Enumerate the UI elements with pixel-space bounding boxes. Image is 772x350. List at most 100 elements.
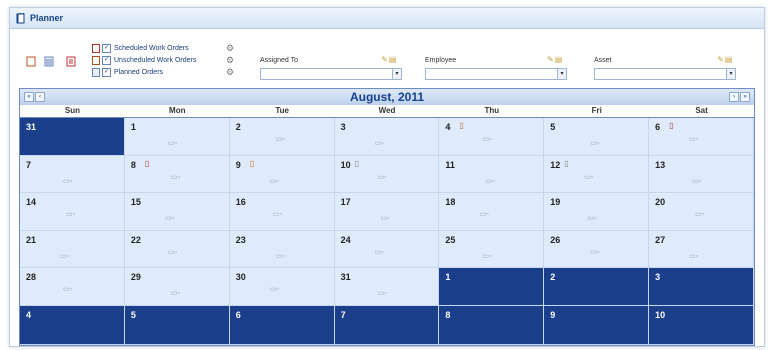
day-cell[interactable]: 10 ▭▫ ▯ (334, 155, 440, 193)
day-cell[interactable]: 12 ▭▫ ▯ (544, 155, 650, 193)
work-order-icon[interactable]: ▭▫ (63, 177, 72, 185)
day-cell[interactable]: 21 ▭▫ (20, 230, 125, 268)
asset-select[interactable]: ▾ (594, 68, 736, 80)
gear-icon[interactable]: ⚙ (226, 55, 234, 66)
order-status-icon[interactable]: ▯ (250, 159, 254, 168)
work-order-icon[interactable]: ▭▫ (590, 139, 599, 147)
chevron-down-icon[interactable]: ▾ (392, 69, 401, 79)
work-order-icon[interactable]: ▭▫ (689, 252, 698, 260)
day-cell[interactable]: 20 ▭▫ (649, 193, 754, 231)
day-cell[interactable]: 2 ▭▫ (229, 118, 335, 156)
work-order-icon[interactable]: ▭▫ (692, 177, 701, 185)
day-cell[interactable]: 19 ▭▫ (544, 193, 650, 231)
gear-icon[interactable]: ⚙ (226, 67, 234, 78)
order-status-icon[interactable]: ▯ (564, 159, 568, 168)
work-order-icon[interactable]: ▭▫ (270, 177, 279, 185)
day-cell[interactable]: 30 ▭▫ (229, 268, 335, 306)
delete-icon[interactable] (66, 56, 76, 67)
work-order-icon[interactable]: ▭▫ (375, 139, 384, 147)
gear-icon[interactable]: ⚙ (226, 43, 234, 54)
work-order-icon[interactable]: ▭▫ (63, 285, 72, 293)
work-order-icon[interactable]: ▭▫ (689, 135, 698, 143)
day-cell[interactable]: 8 ▭▫ ▯ (124, 155, 230, 193)
work-order-icon[interactable]: ▭▫ (584, 173, 593, 181)
day-cell[interactable]: 31 ▭▫ (334, 268, 440, 306)
next-month-button[interactable]: › (729, 92, 739, 102)
day-cell[interactable]: 6 ▭▫ ▯ (649, 118, 754, 156)
work-order-icon[interactable]: ▭▫ (381, 214, 390, 222)
day-cell[interactable]: 22 ▭▫ (124, 230, 230, 268)
work-order-icon[interactable]: ▭▫ (171, 289, 180, 297)
day-cell[interactable]: 7 (334, 305, 440, 345)
work-order-icon[interactable]: ▭▫ (590, 248, 599, 256)
work-order-icon[interactable]: ▭▫ (587, 214, 596, 222)
work-order-icon[interactable]: ▭▫ (378, 289, 387, 297)
day-cell[interactable]: 1 (439, 268, 545, 306)
work-order-icon[interactable]: ▭▫ (482, 252, 491, 260)
day-cell[interactable]: 8 (439, 305, 545, 345)
day-cell[interactable]: 7 ▭▫ (20, 155, 125, 193)
day-cell[interactable]: 5 (124, 305, 230, 345)
day-cell[interactable]: 10 (649, 305, 754, 345)
day-cell[interactable]: 27 ▭▫ (649, 230, 754, 268)
day-cell[interactable]: 16 ▭▫ (229, 193, 335, 231)
work-order-icon[interactable]: ▭▫ (485, 177, 494, 185)
employee-select[interactable]: ▾ (425, 68, 567, 80)
day-cell[interactable]: 4 ▭▫ ▯ (439, 118, 545, 156)
day-cell[interactable]: 24 ▭▫ (334, 230, 440, 268)
day-cell[interactable]: 14 ▭▫ (20, 193, 125, 231)
next-year-button[interactable]: » (740, 92, 750, 102)
order-status-icon[interactable]: ▯ (669, 121, 673, 130)
work-order-icon[interactable]: ▭▫ (375, 248, 384, 256)
day-cell[interactable]: 4 (20, 305, 125, 345)
lookup-icon[interactable]: ✎▤ (381, 55, 397, 64)
day-cell[interactable]: 3 (649, 268, 754, 306)
work-order-icon[interactable]: ▭▫ (165, 214, 174, 222)
planned-checkbox[interactable]: ✓ (102, 68, 111, 77)
work-order-icon[interactable]: ▭▫ (168, 139, 177, 147)
scheduled-checkbox[interactable]: ✓ (102, 44, 111, 53)
chevron-down-icon[interactable]: ▾ (726, 69, 735, 79)
day-cell[interactable]: 3 ▭▫ (334, 118, 440, 156)
order-status-icon[interactable]: ▯ (145, 159, 149, 168)
day-cell[interactable]: 23 ▭▫ (229, 230, 335, 268)
work-order-icon[interactable]: ▭▫ (273, 210, 282, 218)
order-status-icon[interactable]: ▯ (355, 159, 359, 168)
day-cell[interactable]: 29 ▭▫ (124, 268, 230, 306)
work-order-icon[interactable]: ▭▫ (171, 173, 180, 181)
chevron-down-icon[interactable]: ▾ (557, 69, 566, 79)
work-order-icon[interactable]: ▭▫ (276, 135, 285, 143)
day-cell[interactable]: 13 ▭▫ (649, 155, 754, 193)
prev-year-button[interactable]: « (24, 92, 34, 102)
day-cell[interactable]: 2 (544, 268, 650, 306)
day-cell[interactable]: 18 ▭▫ (439, 193, 545, 231)
unscheduled-checkbox[interactable]: ✓ (102, 56, 111, 65)
work-order-icon[interactable]: ▭▫ (66, 210, 75, 218)
work-order-icon[interactable]: ▭▫ (168, 248, 177, 256)
day-cell[interactable]: 5 ▭▫ (544, 118, 650, 156)
day-cell[interactable]: 31 (20, 118, 125, 156)
day-cell[interactable]: 28 ▭▫ (20, 268, 125, 306)
work-order-icon[interactable]: ▭▫ (276, 252, 285, 260)
day-cell[interactable]: 26 ▭▫ (544, 230, 650, 268)
work-order-icon[interactable]: ▭▫ (482, 135, 491, 143)
day-cell[interactable]: 15 ▭▫ (124, 193, 230, 231)
work-order-icon[interactable]: ▭▫ (695, 210, 704, 218)
list-view-icon[interactable] (44, 56, 54, 67)
prev-month-button[interactable]: ‹ (35, 92, 45, 102)
work-order-icon[interactable]: ▭▫ (270, 285, 279, 293)
day-cell[interactable]: 1 ▭▫ (124, 118, 230, 156)
day-cell[interactable]: 9 ▭▫ ▯ (229, 155, 335, 193)
day-cell[interactable]: 11 ▭▫ (439, 155, 545, 193)
day-cell[interactable]: 6 (229, 305, 335, 345)
lookup-icon[interactable]: ✎▤ (717, 55, 733, 64)
work-order-icon[interactable]: ▭▫ (479, 210, 488, 218)
order-status-icon[interactable]: ▯ (459, 121, 463, 130)
new-order-icon[interactable] (26, 56, 36, 67)
work-order-icon[interactable]: ▭▫ (378, 173, 387, 181)
assigned-to-select[interactable]: ▾ (260, 68, 402, 80)
work-order-icon[interactable]: ▭▫ (60, 252, 69, 260)
day-cell[interactable]: 17 ▭▫ (334, 193, 440, 231)
lookup-icon[interactable]: ✎▤ (547, 55, 563, 64)
day-cell[interactable]: 9 (544, 305, 650, 345)
